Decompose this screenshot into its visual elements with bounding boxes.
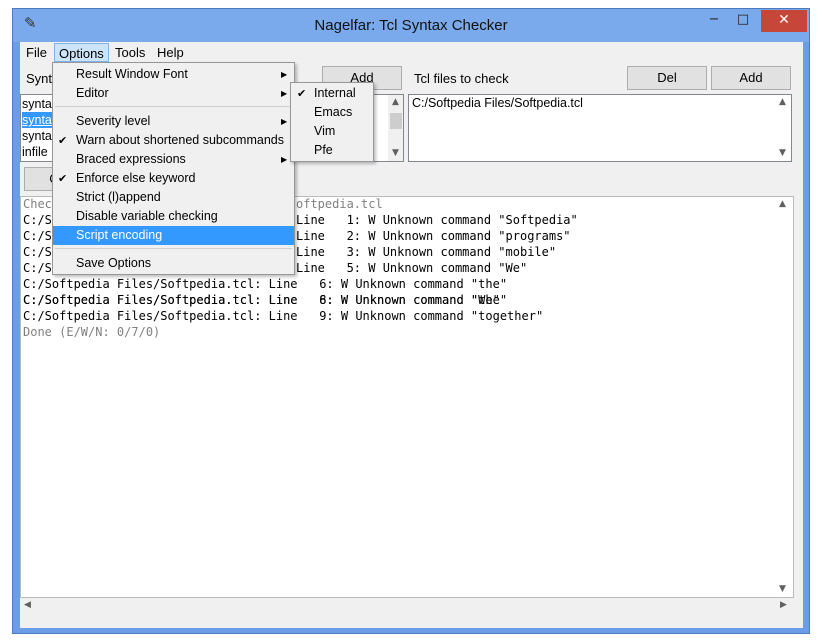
output-line-tail: Line 2: W Unknown command "programs" <box>296 229 571 243</box>
scroll-up-icon[interactable]: ▲ <box>776 97 789 107</box>
scroll-left-icon[interactable]: ◀ <box>24 600 31 610</box>
right-add-button[interactable]: Add <box>711 66 791 90</box>
output-line-partial: oftpedia.tcl <box>296 197 383 211</box>
menu-item-editor[interactable]: Editor <box>53 84 294 103</box>
maximize-button[interactable]: □ <box>729 10 757 32</box>
syntax-db-list-items: synta synta synta infile <box>22 96 52 160</box>
output-line: C:/Softpedia Files/Softpedia.tcl: Line 9… <box>23 309 544 323</box>
scroll-down-icon[interactable]: ▼ <box>779 584 786 594</box>
list-item[interactable]: synta <box>22 112 52 128</box>
submenu-item-pfe[interactable]: Pfe <box>291 141 373 160</box>
scroll-down-icon[interactable]: ▼ <box>389 148 402 158</box>
submenu-item-vim[interactable]: Vim <box>291 122 373 141</box>
menu-item-result-window-font[interactable]: Result Window Font <box>53 65 294 84</box>
menu-separator <box>55 248 292 249</box>
list-item[interactable]: synta <box>22 96 52 112</box>
menu-item-disable-variable-checking[interactable]: Disable variable checking <box>53 207 294 226</box>
menu-item-enforce-else[interactable]: Enforce else keyword <box>53 169 294 188</box>
output-line-partial: C:/S <box>23 229 52 243</box>
menu-tools[interactable]: Tools <box>111 43 149 62</box>
menu-file[interactable]: File <box>22 43 51 62</box>
output-status-line: Done (E/W/N: 0/7/0) <box>23 325 161 339</box>
horizontal-scrollbar[interactable] <box>21 598 793 614</box>
submenu-item-internal[interactable]: Internal <box>291 84 373 103</box>
window-title: Nagelfar: Tcl Syntax Checker <box>314 17 508 34</box>
output-line-tail: Line 5: W Unknown command "We" <box>296 261 528 275</box>
menu-item-save-options[interactable]: Save Options <box>53 254 294 273</box>
tcl-files-label: Tcl files to check <box>414 71 509 86</box>
output-line-partial: C:/S <box>23 261 52 275</box>
submenu-item-emacs[interactable]: Emacs <box>291 103 373 122</box>
output-line-partial: C:/S <box>23 245 52 259</box>
triangle-right-icon: ▶ <box>281 155 288 164</box>
output-line: C:/Softpedia Files/Softpedia.tcl: Line 8… <box>23 293 500 307</box>
menu-options[interactable]: Options <box>54 43 109 62</box>
output-line-tail: Line 3: W Unknown command "mobile" <box>296 245 557 259</box>
output-line-tail: Line 1: W Unknown command "Softpedia" <box>296 213 578 227</box>
scroll-down-icon[interactable]: ▼ <box>776 148 789 158</box>
scroll-right-icon[interactable]: ▶ <box>780 600 787 610</box>
output-line: C:/Softpedia Files/Softpedia.tcl: Line 6… <box>23 277 508 291</box>
menu-item-braced-expressions[interactable]: Braced expressions <box>53 150 294 169</box>
menu-item-script-encoding[interactable]: Script encoding <box>53 226 294 245</box>
list-item[interactable]: C:/Softpedia Files/Softpedia.tcl <box>412 96 583 110</box>
menu-item-strict-append[interactable]: Strict (l)append <box>53 188 294 207</box>
triangle-right-icon: ▶ <box>281 89 288 98</box>
list-item[interactable]: infile <box>22 144 52 160</box>
minimize-button[interactable]: − <box>700 10 728 32</box>
scroll-up-icon[interactable]: ▲ <box>779 199 786 209</box>
menu-separator <box>55 106 292 107</box>
scroll-up-icon[interactable]: ▲ <box>389 97 402 107</box>
list-item[interactable]: synta <box>22 128 52 144</box>
menu-help[interactable]: Help <box>153 43 188 62</box>
close-button[interactable]: ✕ <box>761 10 807 32</box>
triangle-right-icon: ▶ <box>281 117 288 126</box>
triangle-right-icon: ▶ <box>281 70 288 79</box>
del-button[interactable]: Del <box>627 66 707 90</box>
output-line-partial: Chec <box>23 197 52 211</box>
menu-item-warn-shortened[interactable]: Warn about shortened subcommands <box>53 131 294 150</box>
scroll-thumb[interactable] <box>390 113 402 129</box>
output-line-partial: C:/S <box>23 213 52 227</box>
menu-item-severity-level[interactable]: Severity level <box>53 112 294 131</box>
